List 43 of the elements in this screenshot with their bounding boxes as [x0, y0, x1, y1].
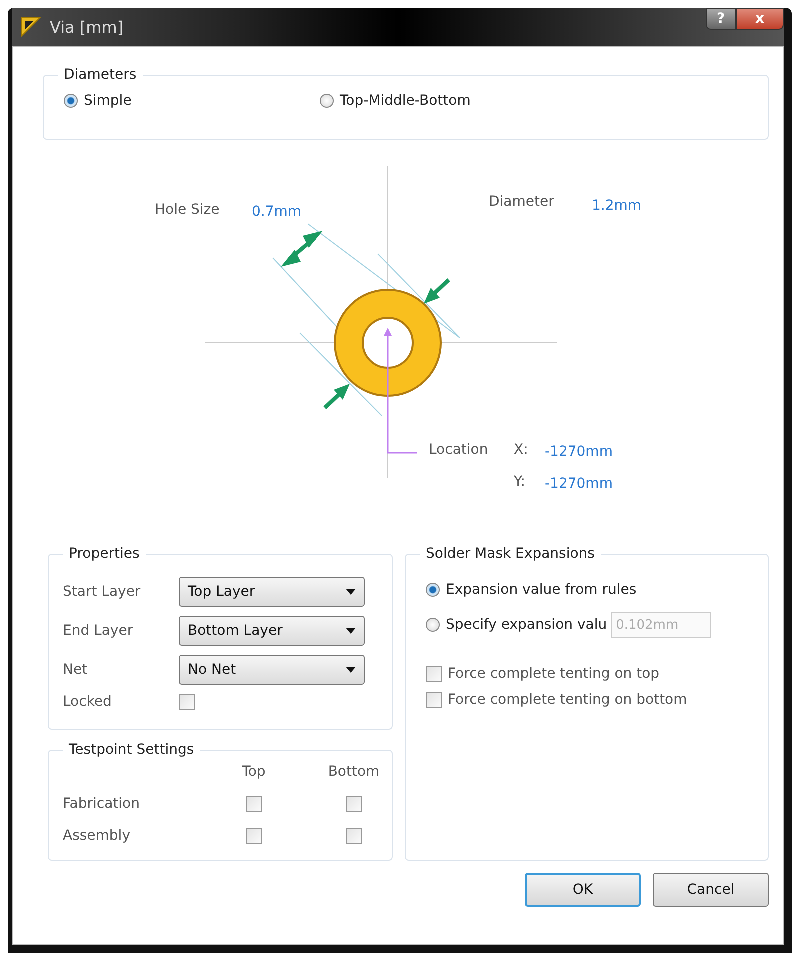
column-header: Top: [242, 764, 266, 780]
via-tool-icon: [20, 16, 42, 38]
layer-dropdown[interactable]: Top Layer: [179, 577, 365, 607]
testpoint-checkbox[interactable]: [246, 828, 262, 844]
dropdown-arrow-icon: [346, 628, 356, 634]
group-title: Testpoint Settings: [68, 742, 196, 758]
field-label: Start Layer: [63, 584, 142, 600]
y-label: Y:: [514, 474, 526, 490]
radio-option[interactable]: Specify expansion valu: [426, 617, 608, 633]
field-label: Locked: [63, 694, 113, 710]
radio-option[interactable]: Simple: [64, 93, 320, 109]
layer-dropdown[interactable]: No Net: [179, 655, 365, 685]
group-title: Solder Mask Expansions: [425, 546, 596, 562]
row-label: Fabrication: [63, 796, 140, 812]
group-title: Properties: [68, 546, 141, 562]
row-label: Assembly: [63, 828, 130, 844]
x-value: -1270mm: [545, 444, 613, 460]
window-title: Via [mm]: [50, 18, 124, 36]
close-button[interactable]: x: [736, 8, 784, 30]
dialog-button[interactable]: Cancel: [653, 873, 769, 907]
layer-dropdown[interactable]: Bottom Layer: [179, 616, 365, 646]
testpoint-checkbox[interactable]: [346, 828, 362, 844]
dialog-button[interactable]: OK: [525, 873, 641, 907]
dropdown-arrow-icon: [346, 589, 356, 595]
x-label: X:: [514, 442, 528, 458]
field-label: Net: [63, 662, 89, 678]
tenting-checkbox[interactable]: Force complete tenting on bottom: [426, 692, 754, 708]
y-value: -1270mm: [545, 476, 613, 492]
group-title: Diameters: [63, 67, 138, 83]
field-label: End Layer: [63, 623, 134, 639]
column-header: Bottom: [328, 764, 380, 780]
dropdown-arrow-icon: [346, 667, 356, 673]
locked-checkbox[interactable]: [179, 694, 195, 710]
diameter-value: 1.2mm: [592, 198, 642, 214]
hole-size-value: 0.7mm: [252, 204, 302, 220]
location-label: Location: [429, 442, 488, 458]
radio-option[interactable]: Top-Middle-Bottom: [320, 93, 471, 109]
diameter-label: Diameter: [489, 194, 554, 210]
testpoint-checkbox[interactable]: [346, 796, 362, 812]
testpoint-checkbox[interactable]: [246, 796, 262, 812]
tenting-checkbox[interactable]: Force complete tenting on top: [426, 666, 754, 682]
hole-size-label: Hole Size: [155, 202, 220, 218]
radio-option[interactable]: Expansion value from rules: [426, 582, 637, 598]
